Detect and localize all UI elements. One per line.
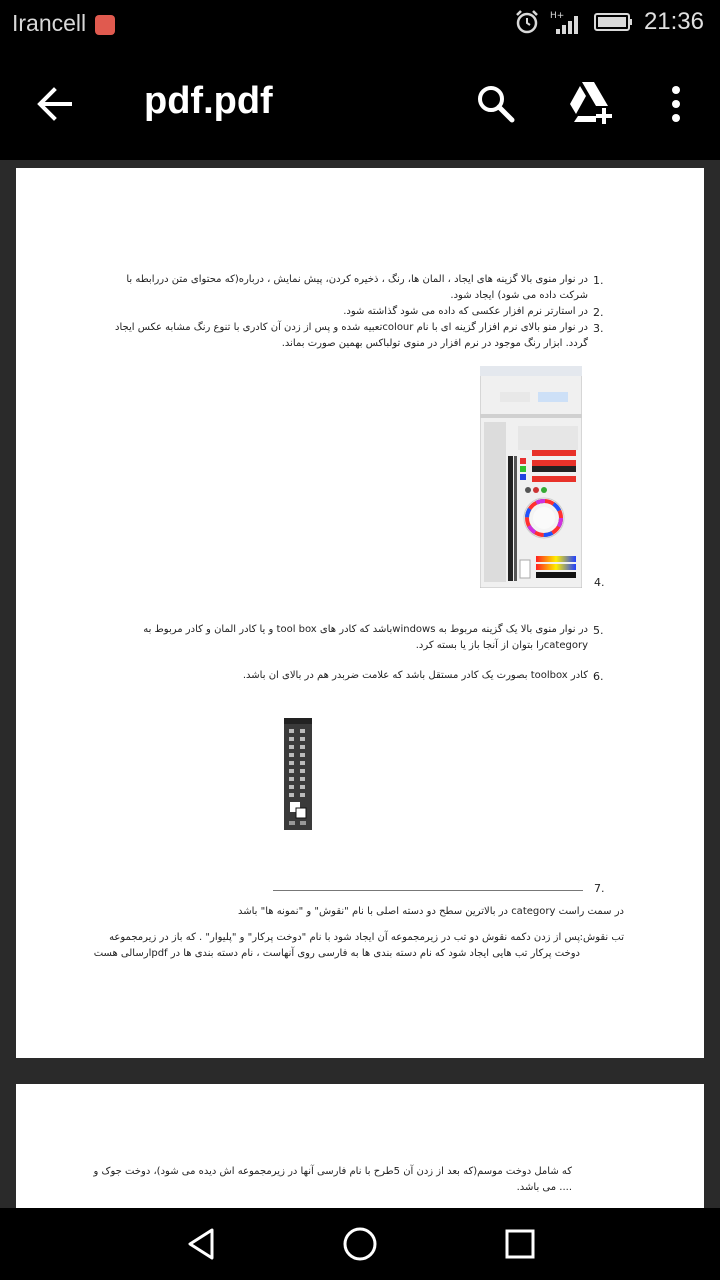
paragraph-page2: که شامل دوخت موسم(که بعد از زدن آن 5طرح … bbox=[72, 1164, 573, 1196]
back-button[interactable] bbox=[34, 84, 74, 128]
text-line: دوخت پرکار تب هایی ایجاد شود که نام دسته… bbox=[93, 948, 580, 959]
list-number: 2. bbox=[593, 306, 604, 319]
list-number: 4. bbox=[594, 576, 605, 589]
paragraph-tabs: پس از زدن دکمه نقوش دو تب در زیرمجموعه آ… bbox=[80, 930, 580, 962]
more-options-button[interactable] bbox=[664, 84, 688, 128]
drive-add-icon bbox=[570, 82, 612, 124]
recents-square-icon bbox=[505, 1229, 535, 1259]
document-title: pdf.pdf bbox=[144, 80, 273, 122]
back-arrow-icon bbox=[37, 87, 72, 121]
svg-text:H+: H+ bbox=[550, 11, 564, 21]
divider bbox=[273, 890, 583, 891]
paragraph-item-2: در استارتر نرم افزار عکسی که داده می شود… bbox=[343, 306, 588, 317]
navigation-bar bbox=[0, 1208, 720, 1280]
text-line: شرکت داده می شود) ایجاد شود. bbox=[450, 290, 588, 301]
status-icons: H+ 21:36 bbox=[514, 8, 704, 36]
list-number: 6. bbox=[593, 670, 604, 683]
alarm-icon bbox=[516, 10, 538, 34]
text-line: در نوار منو بالای نرم افزار گزینه ای با … bbox=[115, 322, 588, 333]
status-bar: Irancell H+ 21:36 bbox=[0, 0, 720, 50]
carrier-badge-icon bbox=[95, 15, 115, 35]
text-line: پس از زدن دکمه نقوش دو تب در زیرمجموعه آ… bbox=[109, 932, 580, 943]
pdf-page-1[interactable]: 1. در نوار منوی بالا گزینه های ایجاد ، ا… bbox=[16, 168, 704, 1058]
paragraph-item-6: کادر toolbox بصورت یک کادر مستقل باشد که… bbox=[242, 670, 588, 681]
add-to-drive-button[interactable] bbox=[566, 80, 614, 130]
search-icon bbox=[478, 86, 515, 123]
nav-recents-button[interactable] bbox=[500, 1224, 540, 1268]
nav-home-button[interactable] bbox=[340, 1224, 380, 1268]
paragraph-item-7: در سمت راست category در بالاترین سطح دو … bbox=[237, 906, 624, 917]
text-line: در نوار منوی بالا یک گزینه مربوط به wind… bbox=[143, 624, 588, 635]
signal-icon: H+ bbox=[550, 11, 578, 34]
carrier-name: Irancell bbox=[12, 10, 87, 36]
list-number: 3. bbox=[593, 322, 604, 335]
text-line: گردد. ابزار رنگ موجود در نرم افزار در من… bbox=[281, 338, 588, 349]
list-number: 5. bbox=[593, 624, 604, 637]
text-line: categoryرا بتوان از آنجا باز یا بسته کرد… bbox=[415, 640, 588, 651]
app-bar: pdf.pdf bbox=[0, 50, 720, 160]
clock: 21:36 bbox=[643, 8, 704, 35]
text-line: .... می باشد. bbox=[516, 1182, 572, 1193]
nav-back-button[interactable] bbox=[182, 1224, 222, 1268]
paragraph-item-5: در نوار منوی بالا یک گزینه مربوط به wind… bbox=[108, 622, 588, 654]
battery-icon bbox=[593, 13, 632, 31]
paragraph-item-1: در نوار منوی بالا گزینه های ایجاد ، الما… bbox=[108, 272, 588, 304]
pdf-viewer[interactable]: 1. در نوار منوی بالا گزینه های ایجاد ، ا… bbox=[0, 160, 720, 1208]
text-line: در نوار منوی بالا گزینه های ایجاد ، الما… bbox=[126, 274, 588, 285]
text-line: که شامل دوخت موسم(که بعد از زدن آن 5طرح … bbox=[93, 1166, 573, 1177]
more-vert-icon bbox=[672, 86, 680, 122]
list-number: 1. bbox=[593, 274, 604, 287]
back-triangle-icon bbox=[188, 1228, 214, 1260]
toolbox-screenshot bbox=[284, 718, 312, 830]
search-button[interactable] bbox=[474, 82, 516, 128]
color-picker-screenshot bbox=[480, 366, 582, 588]
pdf-page-2[interactable]: که شامل دوخت موسم(که بعد از زدن آن 5طرح … bbox=[16, 1084, 704, 1208]
list-number: 7. bbox=[594, 882, 605, 895]
paragraph-item-3: در نوار منو بالای نرم افزار گزینه ای با … bbox=[108, 320, 588, 352]
home-circle-icon bbox=[343, 1227, 377, 1261]
